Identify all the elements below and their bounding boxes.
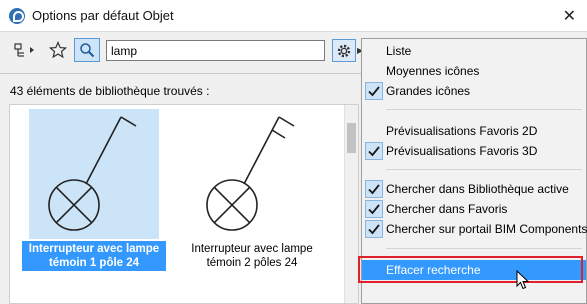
window-title: Options par défaut Objet bbox=[32, 8, 174, 23]
checkmark-icon bbox=[365, 180, 383, 198]
search-toggle-button[interactable] bbox=[74, 38, 100, 62]
title-bar: Options par défaut Objet ✕ bbox=[0, 0, 587, 32]
item-name-line2: témoin 2 pôles 24 bbox=[206, 257, 298, 269]
item-name-line2: témoin 1 pôle 24 bbox=[48, 257, 140, 269]
item-thumbnail bbox=[187, 109, 317, 239]
vertical-scrollbar[interactable] bbox=[344, 105, 358, 303]
results-panel: Interrupteur avec lampe témoin 1 pôle 24… bbox=[9, 104, 359, 304]
gear-icon bbox=[337, 44, 351, 57]
menu-separator bbox=[386, 109, 582, 110]
checkmark-icon bbox=[365, 142, 383, 160]
menu-separator bbox=[386, 248, 582, 249]
item-caption: Interrupteur avec lampe témoin 2 pôles 2… bbox=[182, 241, 322, 271]
item-name-line1: Interrupteur avec lampe bbox=[191, 243, 313, 255]
menu-separator bbox=[386, 169, 582, 170]
checkmark-icon bbox=[365, 220, 383, 238]
star-icon bbox=[49, 41, 67, 59]
library-item[interactable]: Interrupteur avec lampe témoin 2 pôles 2… bbox=[187, 109, 317, 269]
menu-item-medium-icons[interactable]: Moyennes icônes bbox=[362, 61, 586, 81]
menu-item-large-icons[interactable]: Grandes icônes bbox=[362, 81, 586, 101]
menu-item-label: Liste bbox=[386, 44, 412, 58]
divider bbox=[0, 73, 366, 74]
menu-item-label: Chercher sur portail BIM Components bbox=[386, 222, 587, 236]
item-name-line1: Interrupteur avec lampe bbox=[28, 243, 160, 255]
menu-item-label: Prévisualisations Favoris 2D bbox=[386, 124, 538, 138]
item-caption: Interrupteur avec lampe témoin 1 pôle 24 bbox=[22, 241, 166, 271]
object-tree-icon bbox=[14, 43, 34, 57]
switch-with-lamp-icon bbox=[48, 116, 137, 231]
menu-item-search-active-library[interactable]: Chercher dans Bibliothèque active bbox=[362, 179, 586, 199]
item-thumbnail bbox=[29, 109, 159, 239]
checkmark-icon bbox=[365, 200, 383, 218]
scrollbar-thumb[interactable] bbox=[347, 123, 356, 153]
favorites-button[interactable] bbox=[46, 38, 70, 62]
search-input[interactable] bbox=[106, 40, 325, 61]
mouse-cursor-icon bbox=[516, 270, 530, 290]
menu-item-label: Chercher dans Favoris bbox=[386, 202, 508, 216]
library-item[interactable]: Interrupteur avec lampe témoin 1 pôle 24 bbox=[22, 109, 166, 271]
menu-item-preview-3d[interactable]: Prévisualisations Favoris 3D bbox=[362, 141, 586, 161]
app-icon bbox=[9, 8, 25, 24]
close-icon[interactable]: ✕ bbox=[563, 6, 576, 26]
switch-with-lamp-icon bbox=[206, 116, 295, 231]
highlight-annotation bbox=[358, 256, 583, 283]
menu-item-search-favorites[interactable]: Chercher dans Favoris bbox=[362, 199, 586, 219]
menu-item-label: Moyennes icônes bbox=[386, 64, 480, 78]
menu-item-label: Prévisualisations Favoris 3D bbox=[386, 144, 538, 158]
checkmark-icon bbox=[365, 82, 383, 100]
menu-item-preview-2d[interactable]: Prévisualisations Favoris 2D bbox=[362, 121, 586, 141]
menu-item-label: Grandes icônes bbox=[386, 84, 471, 98]
menu-item-list[interactable]: Liste bbox=[362, 41, 586, 61]
results-count: 43 éléments de bibliothèque trouvés : bbox=[10, 84, 210, 98]
view-options-button[interactable] bbox=[332, 39, 356, 62]
toolbar: ▶ bbox=[0, 32, 366, 72]
menu-item-search-bim-portal[interactable]: Chercher sur portail BIM Components bbox=[362, 219, 587, 239]
search-icon bbox=[80, 43, 95, 58]
menu-item-label: Chercher dans Bibliothèque active bbox=[386, 182, 569, 196]
object-tree-button[interactable] bbox=[10, 38, 40, 62]
